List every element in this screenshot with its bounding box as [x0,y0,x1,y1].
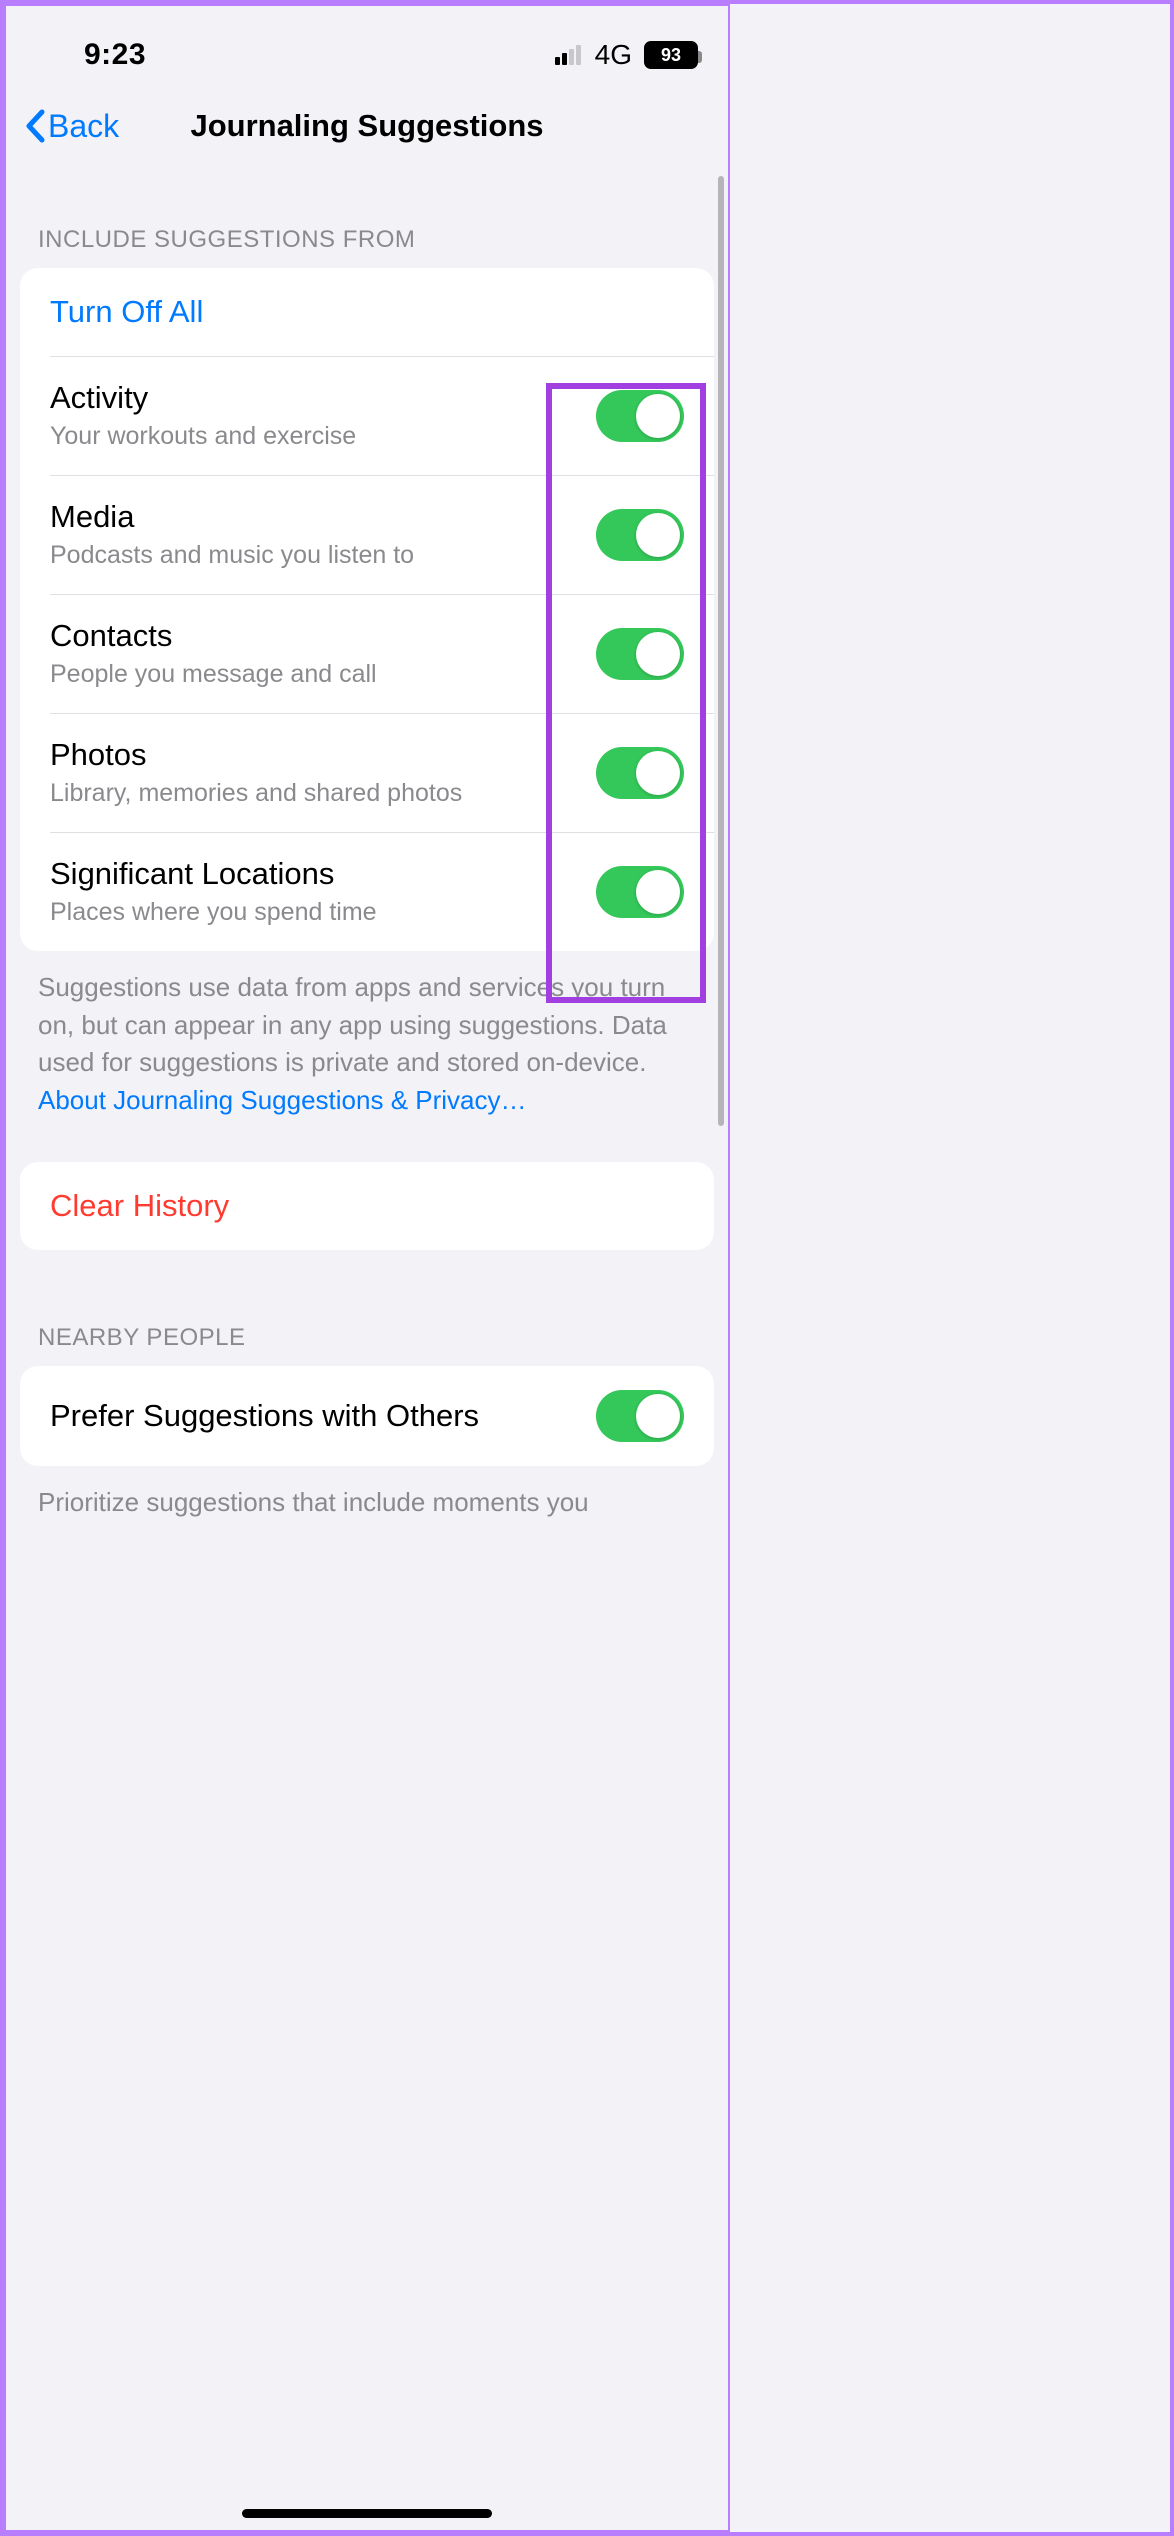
row-contacts: Contacts People you message and call [20,594,714,713]
back-label: Back [48,108,119,145]
section-footer-include: Suggestions use data from apps and servi… [6,951,728,1124]
section-header-include: INCLUDE SUGGESTIONS FROM [6,168,728,268]
toggle-activity[interactable] [596,390,684,442]
signal-icon [555,45,581,65]
clear-history-button[interactable]: Clear History [20,1162,714,1250]
toggle-contacts[interactable] [596,628,684,680]
privacy-link[interactable]: About Journaling Suggestions & Privacy… [38,1085,527,1115]
row-subtitle: Podcasts and music you listen to [50,541,414,570]
section-footer-nearby: Prioritize suggestions that include mome… [6,1466,728,1526]
home-indicator [242,2509,492,2518]
row-media: Media Podcasts and music you listen to [20,475,714,594]
row-prefer-others: Prefer Suggestions with Others [20,1366,714,1466]
toggle-prefer-others[interactable] [596,1390,684,1442]
row-title: Activity [50,380,356,416]
back-button[interactable]: Back [24,108,119,145]
row-photos: Photos Library, memories and shared phot… [20,713,714,832]
row-subtitle: Places where you spend time [50,898,377,927]
row-subtitle: People you message and call [50,660,377,689]
network-label: 4G [595,39,632,71]
nav-bar: Back Journaling Suggestions [6,96,728,168]
toggle-locations[interactable] [596,866,684,918]
status-bar: 9:23 4G 93 [6,6,728,96]
clear-history-group: Clear History [20,1162,714,1250]
toggle-media[interactable] [596,509,684,561]
scroll-indicator [718,176,724,1126]
turn-off-all-button[interactable]: Turn Off All [20,268,714,356]
section-header-nearby: NEARBY PEOPLE [6,1250,728,1366]
footer-body: Suggestions use data from apps and servi… [38,972,667,1077]
row-subtitle: Library, memories and shared photos [50,779,462,808]
chevron-left-icon [24,109,46,143]
suggestions-group: Turn Off All Activity Your workouts and … [20,268,714,951]
row-title: Contacts [50,618,377,654]
clear-history-label: Clear History [50,1188,229,1224]
row-activity: Activity Your workouts and exercise [20,356,714,475]
turn-off-all-label: Turn Off All [50,294,203,330]
row-title: Significant Locations [50,856,377,892]
toggle-photos[interactable] [596,747,684,799]
battery-icon: 93 [644,41,698,69]
status-time: 9:23 [84,38,146,72]
row-title: Photos [50,737,462,773]
nearby-group: Prefer Suggestions with Others [20,1366,714,1466]
row-significant-locations: Significant Locations Places where you s… [20,832,714,951]
row-title: Media [50,499,414,535]
row-title: Prefer Suggestions with Others [50,1398,479,1434]
row-subtitle: Your workouts and exercise [50,422,356,451]
